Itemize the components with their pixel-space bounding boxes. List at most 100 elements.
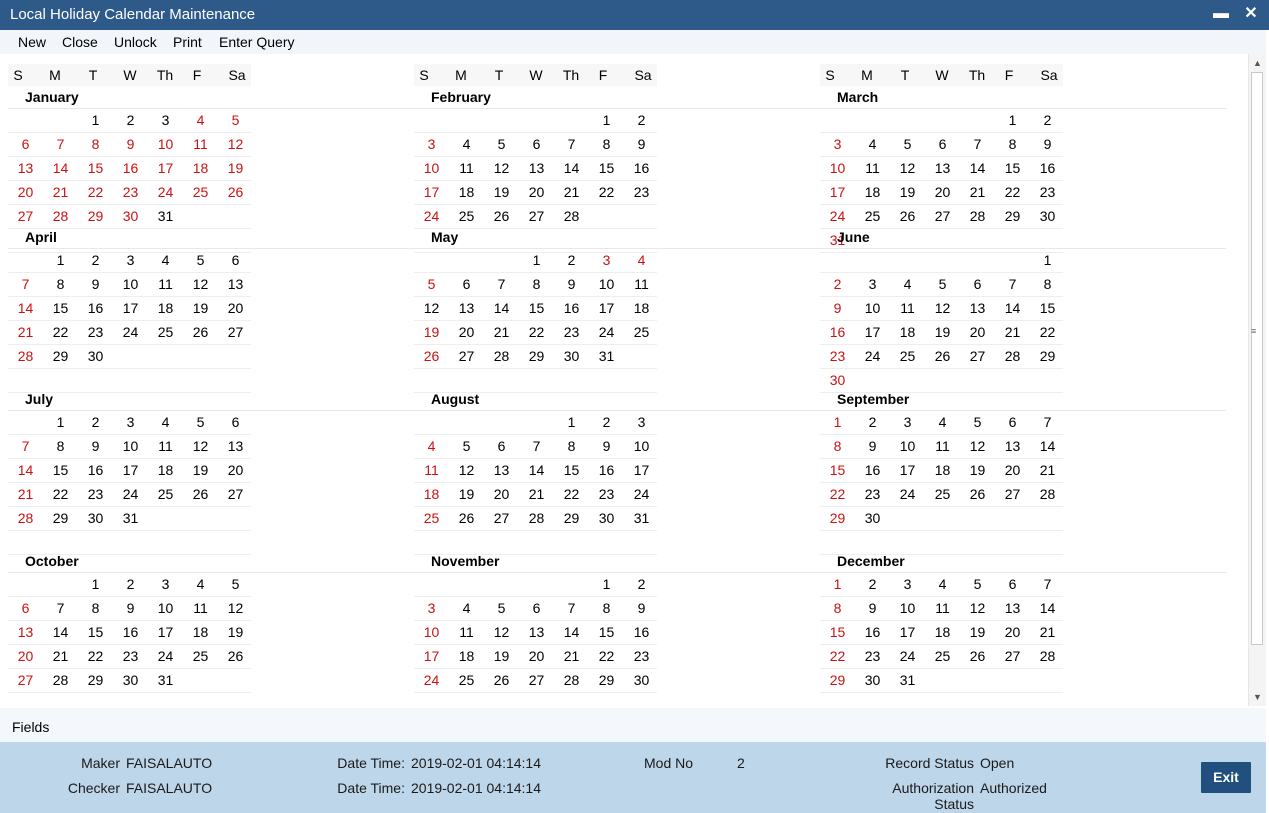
calendar-day[interactable]: 25 [414, 510, 449, 526]
calendar-day[interactable]: 1 [820, 414, 855, 430]
calendar-day[interactable]: 3 [589, 252, 624, 268]
calendar-day[interactable]: 2 [78, 414, 113, 430]
calendar-day[interactable]: 5 [183, 414, 218, 430]
calendar-day[interactable]: 12 [218, 600, 253, 616]
calendar-day[interactable]: 27 [218, 486, 253, 502]
calendar-day[interactable]: 20 [995, 462, 1030, 478]
calendar-day[interactable]: 10 [414, 624, 449, 640]
calendar-day[interactable]: 7 [1030, 414, 1065, 430]
calendar-day[interactable]: 1 [820, 576, 855, 592]
calendar-day[interactable]: 9 [820, 300, 855, 316]
calendar-day[interactable]: 4 [449, 136, 484, 152]
calendar-day[interactable]: 29 [43, 510, 78, 526]
calendar-day[interactable]: 5 [484, 600, 519, 616]
calendar-day[interactable]: 20 [8, 648, 43, 664]
calendar-day[interactable]: 7 [8, 276, 43, 292]
calendar-day[interactable]: 15 [1030, 300, 1065, 316]
scroll-down-icon[interactable]: ▼ [1253, 692, 1262, 702]
calendar-day[interactable]: 14 [1030, 600, 1065, 616]
calendar-day[interactable]: 11 [183, 600, 218, 616]
calendar-day[interactable]: 7 [554, 600, 589, 616]
calendar-day[interactable]: 31 [148, 672, 183, 688]
calendar-day[interactable]: 22 [820, 648, 855, 664]
calendar-day[interactable]: 4 [624, 252, 659, 268]
calendar-day[interactable]: 7 [43, 600, 78, 616]
calendar-day[interactable]: 13 [218, 276, 253, 292]
calendar-day[interactable]: 3 [890, 576, 925, 592]
close-icon[interactable]: ✕ [1240, 3, 1262, 25]
calendar-day[interactable]: 27 [995, 648, 1030, 664]
calendar-day[interactable]: 18 [890, 324, 925, 340]
calendar-day[interactable]: 29 [995, 208, 1030, 224]
calendar-day[interactable]: 12 [484, 160, 519, 176]
calendar-day[interactable]: 10 [148, 600, 183, 616]
calendar-day[interactable]: 3 [855, 276, 890, 292]
calendar-day[interactable]: 30 [589, 510, 624, 526]
calendar-day[interactable]: 23 [78, 324, 113, 340]
calendar-day[interactable]: 16 [855, 624, 890, 640]
calendar-day[interactable]: 11 [925, 600, 960, 616]
calendar-day[interactable]: 27 [218, 324, 253, 340]
calendar-day[interactable]: 11 [624, 276, 659, 292]
calendar-day[interactable]: 18 [148, 300, 183, 316]
calendar-day[interactable]: 8 [589, 136, 624, 152]
calendar-day[interactable]: 8 [43, 276, 78, 292]
calendar-day[interactable]: 16 [624, 160, 659, 176]
calendar-day[interactable]: 15 [554, 462, 589, 478]
calendar-day[interactable]: 18 [855, 184, 890, 200]
calendar-day[interactable]: 12 [484, 624, 519, 640]
calendar-day[interactable]: 1 [589, 576, 624, 592]
calendar-day[interactable]: 15 [78, 160, 113, 176]
calendar-day[interactable]: 30 [78, 510, 113, 526]
calendar-day[interactable]: 17 [855, 324, 890, 340]
calendar-day[interactable]: 8 [78, 136, 113, 152]
calendar-day[interactable]: 9 [78, 276, 113, 292]
calendar-day[interactable]: 20 [218, 300, 253, 316]
calendar-day[interactable]: 31 [890, 672, 925, 688]
calendar-day[interactable]: 3 [148, 576, 183, 592]
calendar-day[interactable]: 10 [113, 438, 148, 454]
calendar-day[interactable]: 25 [890, 348, 925, 364]
calendar-day[interactable]: 14 [1030, 438, 1065, 454]
calendar-day[interactable]: 12 [183, 438, 218, 454]
calendar-day[interactable]: 28 [43, 208, 78, 224]
calendar-day[interactable]: 20 [449, 324, 484, 340]
calendar-day[interactable]: 3 [414, 136, 449, 152]
calendar-day[interactable]: 6 [8, 600, 43, 616]
calendar-day[interactable]: 24 [890, 648, 925, 664]
calendar-day[interactable]: 2 [624, 112, 659, 128]
calendar-day[interactable]: 22 [995, 184, 1030, 200]
calendar-day[interactable]: 21 [519, 486, 554, 502]
calendar-day[interactable]: 1 [995, 112, 1030, 128]
calendar-day[interactable]: 23 [554, 324, 589, 340]
calendar-day[interactable]: 15 [78, 624, 113, 640]
calendar-day[interactable]: 9 [624, 600, 659, 616]
calendar-day[interactable]: 8 [43, 438, 78, 454]
calendar-day[interactable]: 12 [183, 276, 218, 292]
calendar-day[interactable]: 7 [484, 276, 519, 292]
calendar-day[interactable]: 12 [449, 462, 484, 478]
scroll-up-icon[interactable]: ▲ [1253, 58, 1262, 68]
calendar-day[interactable]: 30 [554, 348, 589, 364]
calendar-day[interactable]: 1 [43, 252, 78, 268]
calendar-day[interactable]: 22 [554, 486, 589, 502]
calendar-day[interactable]: 26 [218, 184, 253, 200]
calendar-day[interactable]: 10 [589, 276, 624, 292]
calendar-day[interactable]: 27 [484, 510, 519, 526]
calendar-day[interactable]: 24 [890, 486, 925, 502]
calendar-day[interactable]: 17 [148, 624, 183, 640]
calendar-day[interactable]: 4 [890, 276, 925, 292]
calendar-day[interactable]: 23 [855, 486, 890, 502]
calendar-day[interactable]: 27 [519, 672, 554, 688]
calendar-day[interactable]: 13 [8, 624, 43, 640]
calendar-day[interactable]: 22 [820, 486, 855, 502]
calendar-day[interactable]: 10 [113, 276, 148, 292]
calendar-day[interactable]: 14 [554, 624, 589, 640]
vertical-scrollbar[interactable]: ▲ ≡ ▼ [1248, 54, 1266, 706]
calendar-day[interactable]: 25 [449, 208, 484, 224]
calendar-day[interactable]: 22 [78, 648, 113, 664]
calendar-day[interactable]: 18 [925, 624, 960, 640]
calendar-day[interactable]: 13 [995, 438, 1030, 454]
calendar-day[interactable]: 21 [554, 184, 589, 200]
calendar-day[interactable]: 21 [8, 324, 43, 340]
